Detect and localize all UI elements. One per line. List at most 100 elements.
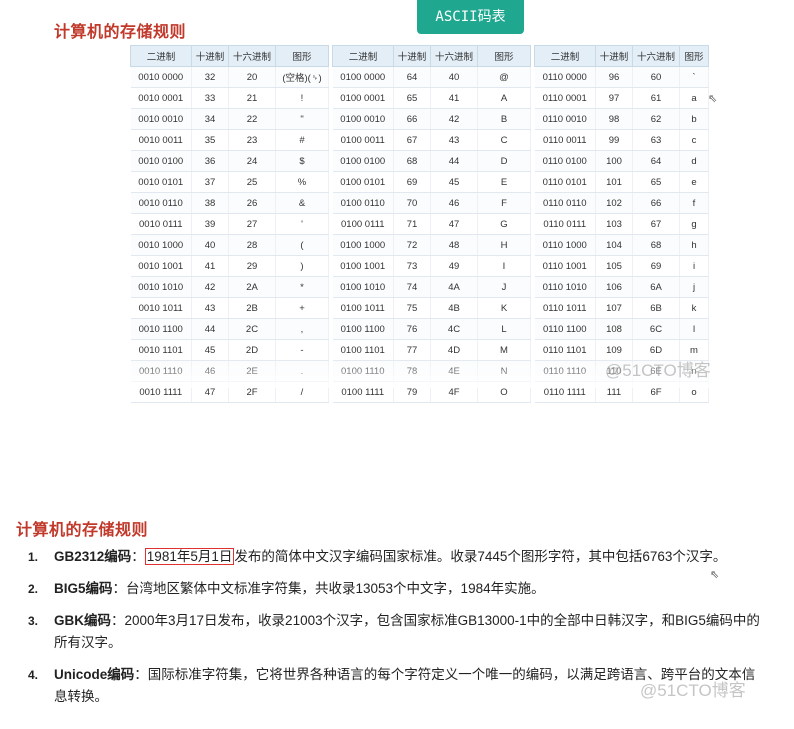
table-cell: 2B (228, 297, 276, 319)
table-cell: 0100 0010 (332, 108, 394, 130)
table-cell: 66 (632, 192, 680, 214)
table-cell: 2A (228, 276, 276, 298)
column-header: 十进制 (393, 45, 431, 67)
table-cell: 0110 1000 (534, 234, 596, 256)
ascii-table-3: 二进制 十进制 十六进制 图形 0110 0000 96 60 ` 0110 0001 97 61 a… (534, 45, 709, 403)
table-cell: 44 (430, 150, 478, 172)
table-cell: $ (275, 150, 329, 172)
table-cell: 48 (430, 234, 478, 256)
table-cell: ( (275, 234, 329, 256)
column-header: 十六进制 (430, 45, 478, 67)
table-cell: g (679, 213, 709, 235)
table-row: 0110 1011 107 6B k (534, 297, 709, 319)
table-cell: 6B (632, 297, 680, 319)
column-header: 图形 (679, 45, 709, 67)
table-cell: L (477, 318, 531, 340)
table-cell: * (275, 276, 329, 298)
table-row: 0010 1000 40 28( (130, 234, 329, 256)
table-row: 0100 0011 67 43 C (332, 129, 531, 151)
table-cell: 68 (632, 234, 680, 256)
table-cell: 29 (228, 255, 276, 277)
column-header: 二进制 (534, 45, 596, 67)
table-cell: 45 (430, 171, 478, 193)
encoding-name: BIG5编码 (54, 581, 113, 596)
table-row: 0010 1001 41 29) (130, 255, 329, 277)
separator: ： (111, 613, 125, 628)
table-cell: 4B (430, 297, 478, 319)
table-cell: . (275, 360, 329, 382)
table-cell: B (477, 108, 531, 130)
table-cell: C (477, 129, 531, 151)
encoding-name: GB2312编码 (54, 549, 132, 564)
table-cell: ! (275, 87, 329, 109)
table-cell: 0010 1110 (130, 360, 192, 382)
table-cell: 102 (595, 192, 633, 214)
table-cell: 34 (191, 108, 229, 130)
ascii-table-tab[interactable]: ASCII码表 (417, 0, 524, 34)
table-cell: 96 (595, 66, 633, 88)
table-cell: 0010 0001 (130, 87, 192, 109)
table-cell: 0110 0100 (534, 150, 596, 172)
table-cell: 107 (595, 297, 633, 319)
table-cell: 23 (228, 129, 276, 151)
table-cell: E (477, 171, 531, 193)
table-cell: 0100 1011 (332, 297, 394, 319)
table-cell: 71 (393, 213, 431, 235)
encoding-description: 2000年3月17日发布，收录21003个汉字，包含国家标准GB13000-1中… (54, 613, 760, 650)
table-row: 0100 1111 79 4F O (332, 381, 531, 403)
table-cell: H (477, 234, 531, 256)
table-cell: 40 (430, 66, 478, 88)
table-cell: 79 (393, 381, 431, 403)
column-header: 二进制 (130, 45, 192, 67)
table-cell: j (679, 276, 709, 298)
table-header-row: 二进制 十进制 十六进制 图形 (332, 45, 531, 67)
table-cell: 65 (393, 87, 431, 109)
table-cell: o (679, 381, 709, 403)
table-cell: 70 (393, 192, 431, 214)
table-cell: 0100 1111 (332, 381, 394, 403)
table-row: 0100 0110 70 46 F (332, 192, 531, 214)
list-item: 1. GB2312编码： 1981年5月1日 发布的简体中文汉字编码国家标准。收录74… (28, 546, 768, 568)
table-cell: 64 (393, 66, 431, 88)
table-row: 0100 0001 65 41 A (332, 87, 531, 109)
table-cell: 4C (430, 318, 478, 340)
table-cell: e (679, 171, 709, 193)
table-cell: A (477, 87, 531, 109)
table-cell: 97 (595, 87, 633, 109)
table-cell: 0110 0010 (534, 108, 596, 130)
table-cell: 74 (393, 276, 431, 298)
table-cell: O (477, 381, 531, 403)
table-row: 0110 1111 111 6F o (534, 381, 709, 403)
table-cell: 0100 1010 (332, 276, 394, 298)
table-cell: 4D (430, 339, 478, 361)
table-cell: 0110 1110 (534, 360, 596, 382)
table-row: 0100 1000 72 48 H (332, 234, 531, 256)
table-cell: 0010 0011 (130, 129, 192, 151)
table-cell: 6A (632, 276, 680, 298)
table-row: 0010 0010 34 22 " (130, 108, 329, 130)
table-cell: - (275, 339, 329, 361)
table-cell: 78 (393, 360, 431, 382)
table-cell: 49 (430, 255, 478, 277)
table-cell: 60 (632, 66, 680, 88)
table-cell: 0100 1110 (332, 360, 394, 382)
table-cell: 41 (430, 87, 478, 109)
table-row: 0100 1100 76 4C L (332, 318, 531, 340)
table-cell: 0110 1111 (534, 381, 596, 403)
table-cell: 39 (191, 213, 229, 235)
table-row: 0100 0100 68 44 D (332, 150, 531, 172)
table-cell: D (477, 150, 531, 172)
table-row: 0110 0100 100 64 d (534, 150, 709, 172)
table-cell: 0010 1000 (130, 234, 192, 256)
table-row: 0010 1111 47 2F / (130, 381, 329, 403)
watermark: @51CTO博客 (640, 681, 746, 700)
table-cell: 0010 1001 (130, 255, 192, 277)
table-cell: 47 (430, 213, 478, 235)
table-cell: 73 (393, 255, 431, 277)
table-cell: N (477, 360, 531, 382)
table-cell: 0100 0111 (332, 213, 394, 235)
table-cell: 6F (632, 381, 680, 403)
table-cell: 43 (430, 129, 478, 151)
table-cell: 0110 1100 (534, 318, 596, 340)
top-heading: 计算机的存储规则 (54, 22, 187, 41)
